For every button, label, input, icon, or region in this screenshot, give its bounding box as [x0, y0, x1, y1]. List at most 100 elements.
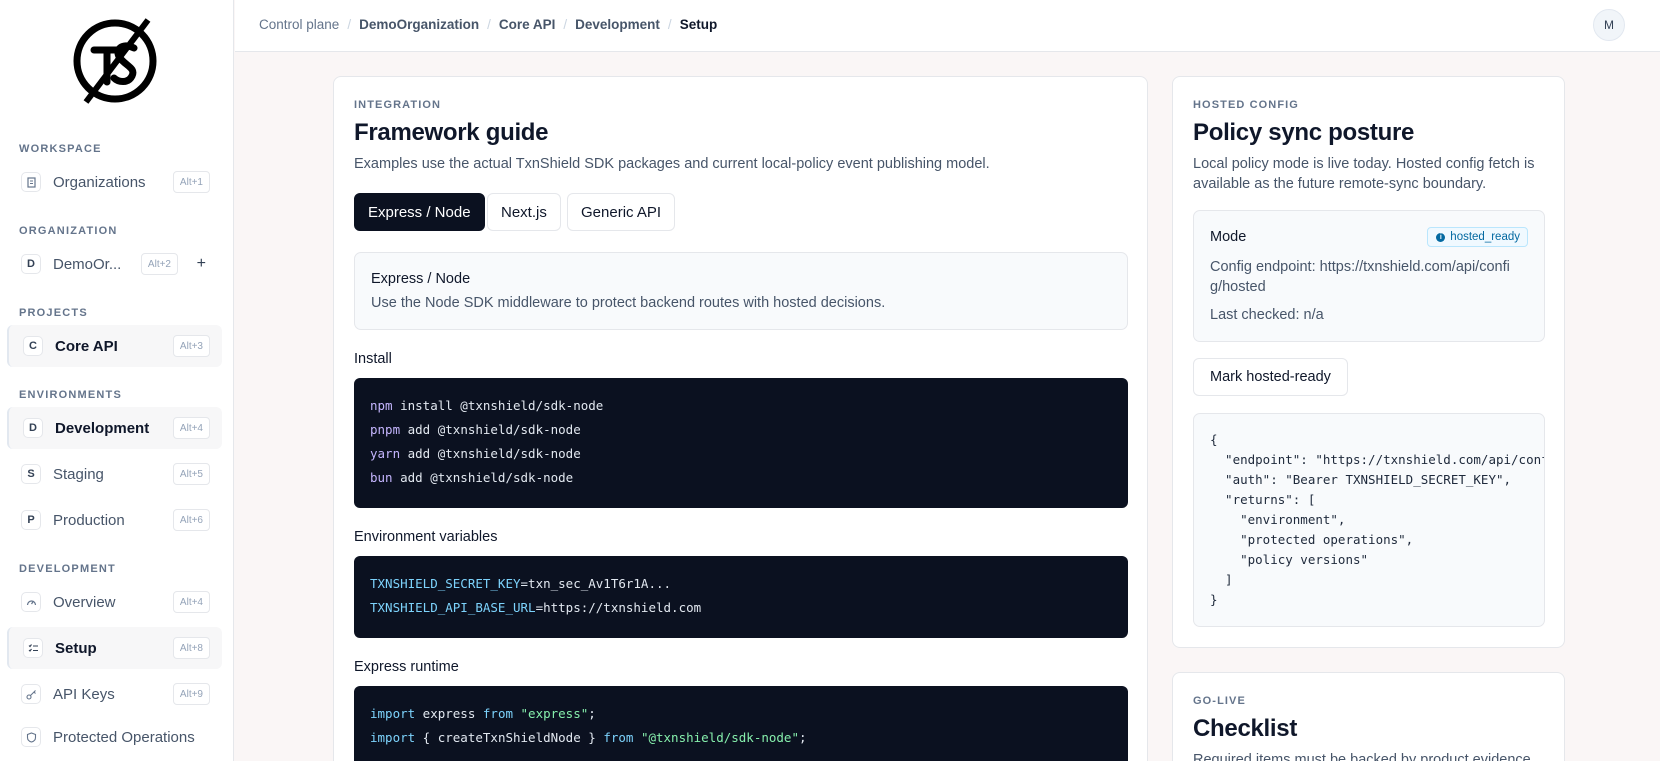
tab-generic-api[interactable]: Generic API: [567, 193, 676, 231]
breadcrumb-separator: /: [347, 17, 352, 32]
env-value: =txn_sec_Av1T6r1A...: [520, 576, 672, 591]
json-line: "policy versions": [1210, 552, 1369, 567]
sidebar-item-label: Development: [55, 419, 150, 437]
status-badge: i hosted_ready: [1427, 227, 1528, 247]
shortcut-hint: Alt+1: [172, 171, 210, 193]
building-icon: [21, 172, 41, 192]
tab-express-node[interactable]: Express / Node: [354, 193, 485, 231]
shortcut-hint: Alt+9: [172, 683, 210, 705]
env-badge: P: [21, 510, 41, 530]
sidebar-item-label: Staging: [53, 465, 104, 483]
code-line: npm install @txnshield/sdk-node: [370, 398, 603, 413]
code-ident: { createTxnShieldNode }: [415, 730, 604, 745]
card-eyebrow: INTEGRATION: [354, 99, 442, 111]
env-vars-heading: Environment variables: [354, 529, 498, 545]
breadcrumb-separator: /: [563, 17, 568, 32]
breadcrumb-control-plane[interactable]: Control plane: [259, 17, 339, 32]
avatar[interactable]: M: [1593, 9, 1625, 41]
sidebar-item-organizations[interactable]: Organizations Alt+1: [7, 161, 222, 203]
shortcut-hint: Alt+6: [172, 509, 210, 531]
section-projects: PROJECTS: [19, 307, 88, 319]
code-command: yarn: [370, 446, 401, 461]
json-line: "endpoint": "https://txnshield.com/api/c…: [1225, 452, 1545, 467]
sidebar-item-protected-operations[interactable]: Protected Operations: [7, 716, 222, 758]
tab-nextjs[interactable]: Next.js: [487, 193, 561, 231]
framework-info-title: Express / Node: [371, 271, 471, 287]
card-description: Examples use the actual TxnShield SDK pa…: [354, 156, 990, 172]
status-badge-label: hosted_ready: [1450, 231, 1520, 243]
code-args: add @txnshield/sdk-node: [392, 470, 574, 485]
shortcut-hint: Alt+5: [172, 463, 210, 485]
config-endpoint-line: g/hosted: [1210, 279, 1266, 295]
sidebar-item-overview[interactable]: Overview Alt+4: [7, 581, 222, 623]
card-title: Policy sync posture: [1193, 119, 1415, 146]
install-code-block[interactable]: npm install @txnshield/sdk-node pnpm add…: [354, 378, 1128, 508]
mark-hosted-ready-button[interactable]: Mark hosted-ready: [1193, 358, 1348, 396]
sidebar-item-setup[interactable]: Setup Alt+8: [7, 627, 222, 669]
framework-guide-card: INTEGRATION Framework guide Examples use…: [333, 76, 1148, 761]
code-punct: ;: [799, 730, 807, 745]
sidebar-item-development[interactable]: D Development Alt+4: [7, 407, 222, 449]
env-badge: S: [21, 464, 41, 484]
txnshield-logo[interactable]: [70, 16, 160, 106]
code-line: yarn add @txnshield/sdk-node: [370, 446, 581, 461]
shortcut-hint: Alt+4: [172, 417, 210, 439]
sidebar: WORKSPACE Organizations Alt+1 ORGANIZATI…: [0, 0, 234, 761]
sidebar-item-staging[interactable]: S Staging Alt+5: [7, 453, 222, 495]
shortcut-hint: Alt+2: [140, 253, 178, 275]
config-endpoint-line: Config endpoint: https://txnshield.com/a…: [1210, 259, 1510, 275]
sidebar-item-label: Protected Operations: [53, 728, 195, 746]
sidebar-item-api-keys[interactable]: API Keys Alt+9: [7, 673, 222, 715]
breadcrumb-separator: /: [487, 17, 491, 32]
code-keyword: from: [482, 706, 513, 721]
last-checked: Last checked: n/a: [1210, 307, 1324, 323]
code-command: bun: [370, 470, 393, 485]
org-badge: D: [21, 254, 41, 274]
env-vars-code-block[interactable]: TXNSHIELD_SECRET_KEY=txn_sec_Av1T6r1A...…: [354, 556, 1128, 638]
breadcrumb-project[interactable]: Core API: [499, 17, 556, 32]
hosted-config-card: HOSTED CONFIG Policy sync posture Local …: [1172, 76, 1565, 648]
sidebar-item-label: Organizations: [53, 173, 146, 191]
hosted-config-json[interactable]: { "endpoint": "https://txnshield.com/api…: [1193, 413, 1545, 627]
section-workspace: WORKSPACE: [19, 143, 102, 155]
shortcut-hint: Alt+3: [172, 335, 210, 357]
env-key: TXNSHIELD_SECRET_KEY: [370, 576, 521, 591]
code-line: pnpm add @txnshield/sdk-node: [370, 422, 581, 437]
framework-info-desc: Use the Node SDK middleware to protect b…: [371, 295, 886, 311]
card-title: Checklist: [1193, 715, 1298, 742]
key-icon: [21, 684, 41, 704]
install-heading: Install: [354, 351, 392, 367]
sidebar-item-production[interactable]: P Production Alt+6: [7, 499, 222, 541]
gauge-icon: [21, 592, 41, 612]
section-development: DEVELOPMENT: [19, 563, 116, 575]
code-keyword: import: [370, 730, 416, 745]
code-args: add @txnshield/sdk-node: [400, 422, 581, 437]
json-line: "protected operations",: [1210, 532, 1414, 547]
code-line: TXNSHIELD_SECRET_KEY=txn_sec_Av1T6r1A...: [370, 576, 671, 591]
sidebar-item-label: API Keys: [53, 685, 115, 703]
sidebar-item-label: DemoOr...: [53, 255, 122, 273]
runtime-code-block[interactable]: import express from "express"; import { …: [354, 686, 1128, 761]
code-string: "express": [513, 706, 589, 721]
card-description: Local policy mode is live today. Hosted …: [1193, 156, 1535, 192]
code-args: add @txnshield/sdk-node: [400, 446, 581, 461]
env-value: =https://txnshield.com: [535, 600, 702, 615]
breadcrumb-org[interactable]: DemoOrganization: [359, 17, 479, 32]
env-badge: D: [23, 418, 43, 438]
code-line: TXNSHIELD_API_BASE_URL=https://txnshield…: [370, 600, 701, 615]
card-description: Required items must be backed by product…: [1193, 752, 1535, 761]
sidebar-item-demo-org[interactable]: D DemoOr... Alt+2 +: [7, 243, 222, 285]
config-endpoint: Config endpoint: https://txnshield.com/a…: [1210, 257, 1510, 297]
breadcrumb: Control plane / DemoOrganization / Core …: [259, 17, 717, 32]
add-org-button[interactable]: +: [197, 255, 206, 273]
breadcrumb-environment[interactable]: Development: [575, 17, 660, 32]
json-line: "returns": [: [1210, 492, 1316, 507]
framework-info-box: Express / Node Use the Node SDK middlewa…: [354, 252, 1128, 330]
json-line: ]: [1210, 572, 1233, 587]
card-eyebrow: HOSTED CONFIG: [1193, 99, 1299, 111]
sidebar-item-core-api[interactable]: C Core API Alt+3: [7, 325, 222, 367]
go-live-card: GO-LIVE Checklist Required items must be…: [1172, 672, 1565, 761]
json-line: {: [1210, 432, 1218, 447]
mode-label: Mode: [1210, 229, 1247, 245]
section-organization: ORGANIZATION: [19, 225, 118, 237]
